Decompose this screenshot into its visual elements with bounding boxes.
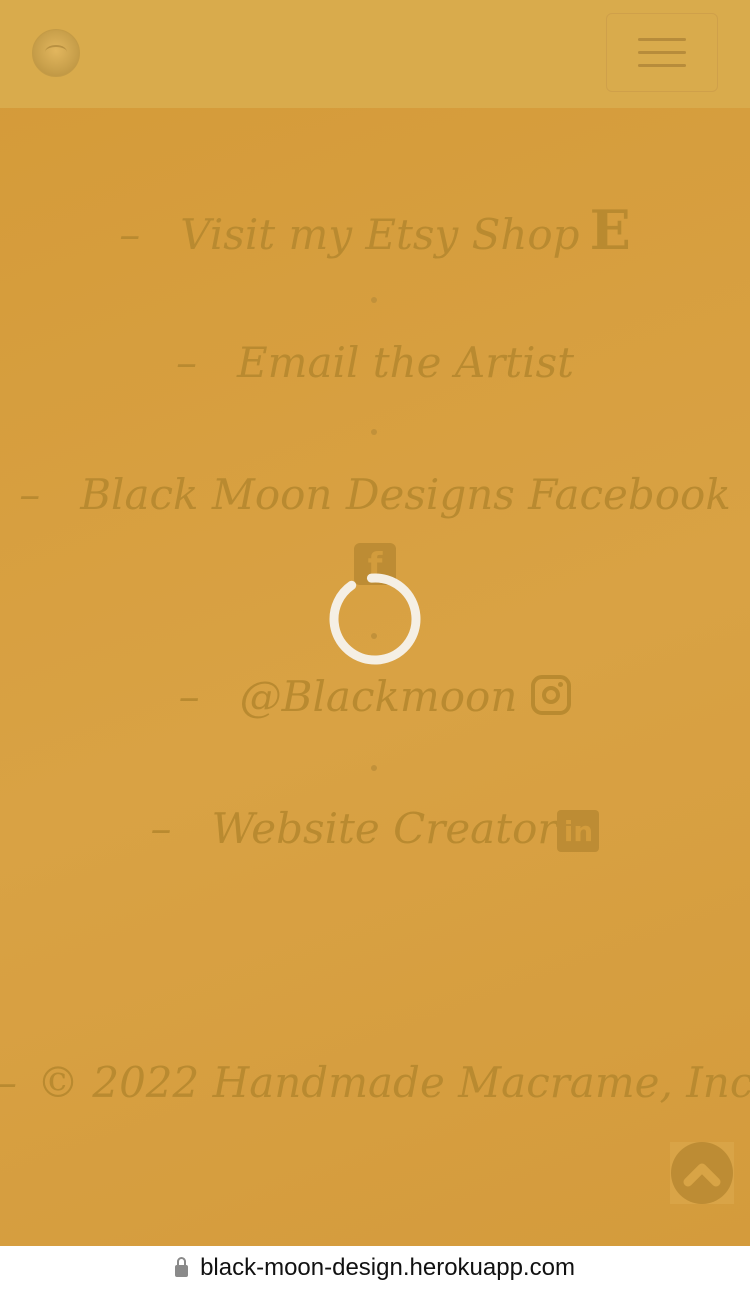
separator-dot <box>371 765 377 771</box>
email-link[interactable]: – Email the Artist <box>0 338 750 387</box>
list-dash: – <box>19 470 41 519</box>
etsy-icon: E <box>589 198 631 262</box>
facebook-link-label: Black Moon Designs Facebook <box>80 470 731 519</box>
website-creator-link[interactable]: – Website Creator in <box>0 804 750 853</box>
copyright: –© 2022 Handmade Macrame, Inc. <box>0 1058 750 1107</box>
separator-dot <box>371 297 377 303</box>
hamburger-line <box>638 64 686 67</box>
address-url: black-moon-design.herokuapp.com <box>200 1254 575 1281</box>
loading-spinner-icon <box>329 573 421 665</box>
etsy-link-label: Visit my Etsy Shop <box>180 210 580 259</box>
scroll-to-top-button[interactable] <box>670 1142 734 1204</box>
hamburger-line <box>638 38 686 41</box>
navbar <box>0 0 750 108</box>
website-creator-label: Website Creator <box>211 804 558 853</box>
list-dash: – <box>0 1058 17 1107</box>
browser-address-bar[interactable]: black-moon-design.herokuapp.com <box>0 1246 750 1290</box>
facebook-link[interactable]: – Black Moon Designs Facebook <box>0 470 750 519</box>
lock-icon <box>175 1257 189 1277</box>
chevron-up-icon <box>671 1142 733 1204</box>
list-dash: – <box>150 804 172 853</box>
separator-dot <box>371 429 377 435</box>
instagram-icon <box>531 675 572 715</box>
list-dash: – <box>175 338 197 387</box>
instagram-link-label: @Blackmoon <box>239 672 518 721</box>
email-link-label: Email the Artist <box>236 338 575 387</box>
linkedin-icon: in <box>557 810 600 852</box>
hamburger-line <box>638 51 686 54</box>
black-moon-logo-icon[interactable] <box>32 29 80 77</box>
etsy-link[interactable]: – Visit my Etsy Shop E <box>0 198 750 262</box>
copyright-text: © 2022 Handmade Macrame, Inc. <box>37 1058 750 1107</box>
hamburger-menu-button[interactable] <box>606 13 718 92</box>
instagram-link[interactable]: – @Blackmoon <box>0 672 750 721</box>
page-body: – Visit my Etsy Shop E – Email the Artist –… <box>0 0 750 1246</box>
list-dash: – <box>119 210 141 259</box>
list-dash: – <box>178 672 200 721</box>
